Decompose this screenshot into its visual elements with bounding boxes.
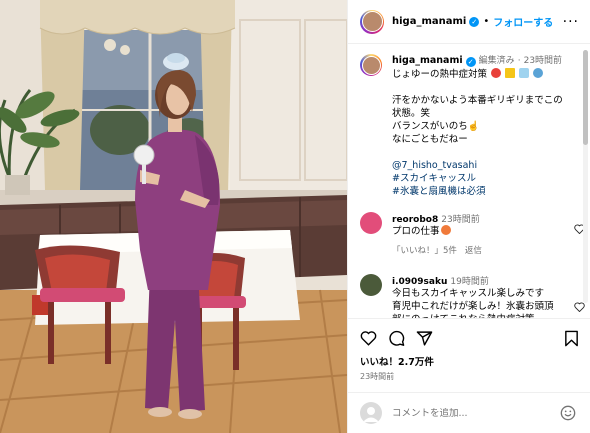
commenter-avatar[interactable] — [360, 212, 382, 234]
post-photo[interactable] — [0, 0, 347, 433]
share-icon[interactable] — [416, 330, 433, 347]
comments-scroll-area[interactable]: higa_manami ✓ 編集済み · 23時間前 じょゆーの熱中症対策 汗をか… — [348, 45, 590, 318]
author-username[interactable]: higa_manami — [392, 16, 466, 27]
ice-emoji-icon — [519, 68, 530, 78]
post-time[interactable]: 23時間前 — [360, 371, 394, 382]
post-header: higa_manami ✓ • フォローする ··· — [348, 0, 590, 44]
bookmark-icon[interactable] — [564, 330, 579, 347]
comment-text: プロの仕事 — [392, 226, 440, 237]
caption-dot: · — [517, 56, 521, 66]
caption-username[interactable]: higa_manami — [392, 55, 463, 66]
caption-edited: 編集済み — [478, 56, 515, 66]
like-count[interactable]: いいね！2.7万件 — [360, 354, 434, 368]
hashtag-link[interactable]: #スカイキャッスル — [392, 172, 572, 185]
post-side-panel: higa_manami ✓ • フォローする ··· higa_manami ✓ … — [347, 0, 590, 433]
caption-text: 汗をかかないよう本番ギリギリまでこの状態。笑 バランスがいのち☝️ なにごともだ… — [392, 95, 563, 145]
caption-avatar[interactable] — [360, 54, 382, 76]
caption-title: じょゆーの熱中症対策 — [392, 69, 488, 80]
post-caption: higa_manami ✓ 編集済み · 23時間前 じょゆーの熱中症対策 汗をか… — [360, 54, 585, 198]
hashtag-link[interactable]: #氷嚢と扇風機は必須 — [392, 185, 572, 198]
viewer-avatar-icon — [360, 402, 382, 424]
comment-time[interactable]: 23時間前 — [441, 215, 479, 225]
comment-item: reorobo8 23時間前 プロの仕事 「いいね！」5件 返信 — [360, 212, 585, 256]
add-comment-bar — [348, 392, 590, 433]
comment-time[interactable]: 19時間前 — [450, 277, 488, 287]
verified-badge-icon: ✓ — [469, 16, 480, 27]
comment-heart-icon[interactable] — [574, 302, 585, 312]
fire-emoji-icon — [440, 225, 451, 235]
author-avatar[interactable] — [360, 9, 384, 34]
scrollbar-thumb[interactable] — [583, 50, 588, 145]
follow-button[interactable]: フォローする — [493, 14, 553, 29]
comment-text: 今日もスカイキャッスル楽しみです 育児中これだけが楽しみ！氷嚢お頭頂部にのっけて… — [392, 288, 554, 318]
comment-icon[interactable] — [388, 330, 405, 347]
commenter-avatar[interactable] — [360, 274, 382, 296]
photo-illustration — [0, 0, 347, 433]
comment-item: i.0909saku 19時間前 今日もスカイキャッスル楽しみです 育児中これだけ… — [360, 274, 585, 318]
verified-badge-icon: ✓ — [465, 57, 476, 67]
scrollbar[interactable] — [583, 50, 588, 303]
instagram-post-modal: higa_manami ✓ • フォローする ··· higa_manami ✓ … — [0, 0, 590, 433]
caption-tags: @7_hisho_tvasahi #スカイキャッスル #氷嚢と扇風機は必須 — [392, 159, 572, 198]
commenter-username[interactable]: i.0909saku — [392, 277, 447, 287]
wind-emoji-icon — [533, 68, 544, 78]
warning-emoji-icon — [505, 68, 516, 78]
commenter-username[interactable]: reorobo8 — [392, 215, 438, 225]
mention-link[interactable]: @7_hisho_tvasahi — [392, 159, 572, 172]
comment-likes[interactable]: 「いいね！」5件 — [392, 246, 457, 256]
angry-face-emoji-icon — [491, 68, 502, 78]
caption-time[interactable]: 23時間前 — [524, 56, 562, 66]
more-icon[interactable]: ··· — [563, 14, 579, 30]
smile-icon[interactable] — [560, 405, 576, 421]
reply-button[interactable]: 返信 — [465, 246, 482, 256]
heart-icon[interactable] — [360, 330, 377, 346]
comment-input[interactable] — [392, 407, 562, 419]
separator-dot: • — [483, 16, 490, 27]
